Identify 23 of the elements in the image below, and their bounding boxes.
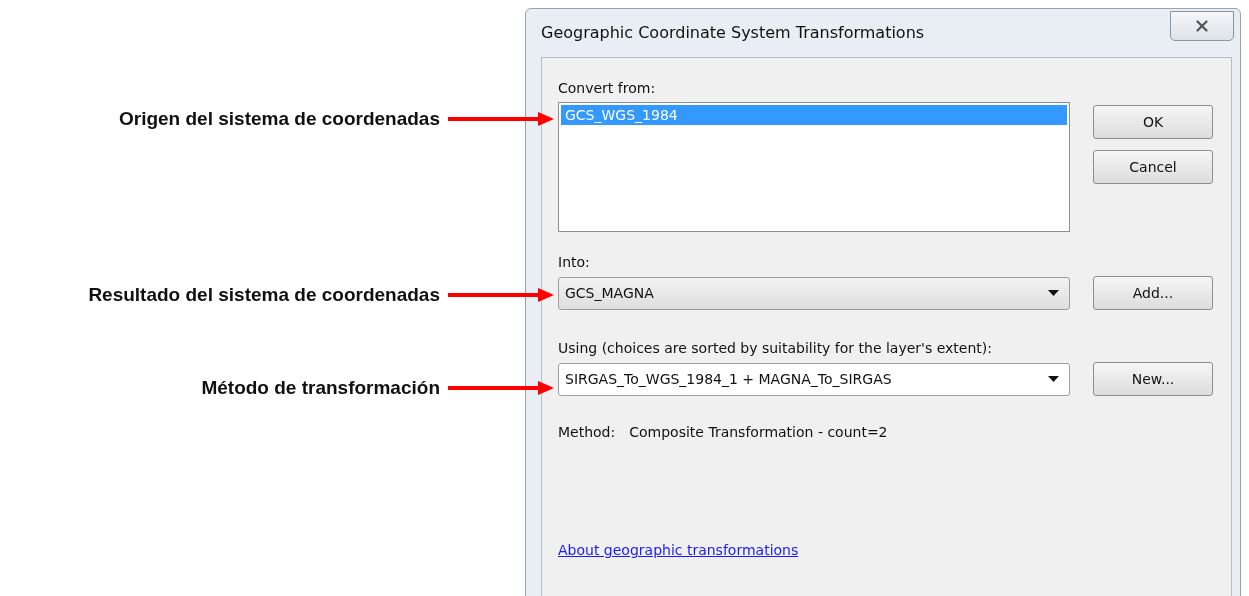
ok-button[interactable]: OK bbox=[1093, 105, 1213, 139]
method-label: Method: bbox=[558, 424, 616, 440]
arrow-icon bbox=[448, 381, 554, 395]
help-link[interactable]: About geographic transformations bbox=[558, 542, 799, 558]
annotation-label: Origen del sistema de coordenadas bbox=[119, 108, 440, 130]
annotation-label: Resultado del sistema de coordenadas bbox=[88, 284, 440, 306]
field-label: Using (choices are sorted by suitability for the layer's extent): bbox=[558, 340, 993, 356]
dropdown[interactable]: SIRGAS_To_WGS_1984_1 + MAGNA_To_SIRGAS bbox=[558, 362, 1070, 396]
annotation-label: Método de transformación bbox=[201, 377, 440, 399]
cancel-button[interactable]: Cancel bbox=[1093, 150, 1213, 184]
dropdown[interactable]: GCS_MAGNA bbox=[558, 276, 1070, 310]
add-button[interactable]: Add... bbox=[1093, 276, 1213, 310]
caret-icon bbox=[1048, 290, 1059, 296]
field-label: Into: bbox=[558, 254, 591, 270]
field-label: Convert from: bbox=[558, 80, 657, 96]
caret-icon bbox=[1048, 376, 1059, 382]
arrow-icon bbox=[448, 288, 554, 302]
close-icon bbox=[1193, 17, 1211, 35]
method-value: Composite Transformation - count=2 bbox=[629, 424, 888, 440]
arrow-icon bbox=[448, 112, 554, 126]
window-title: Geographic Coordinate System Transformations bbox=[541, 23, 925, 42]
new-button[interactable]: New... bbox=[1093, 362, 1213, 396]
close-button[interactable] bbox=[1170, 11, 1234, 41]
